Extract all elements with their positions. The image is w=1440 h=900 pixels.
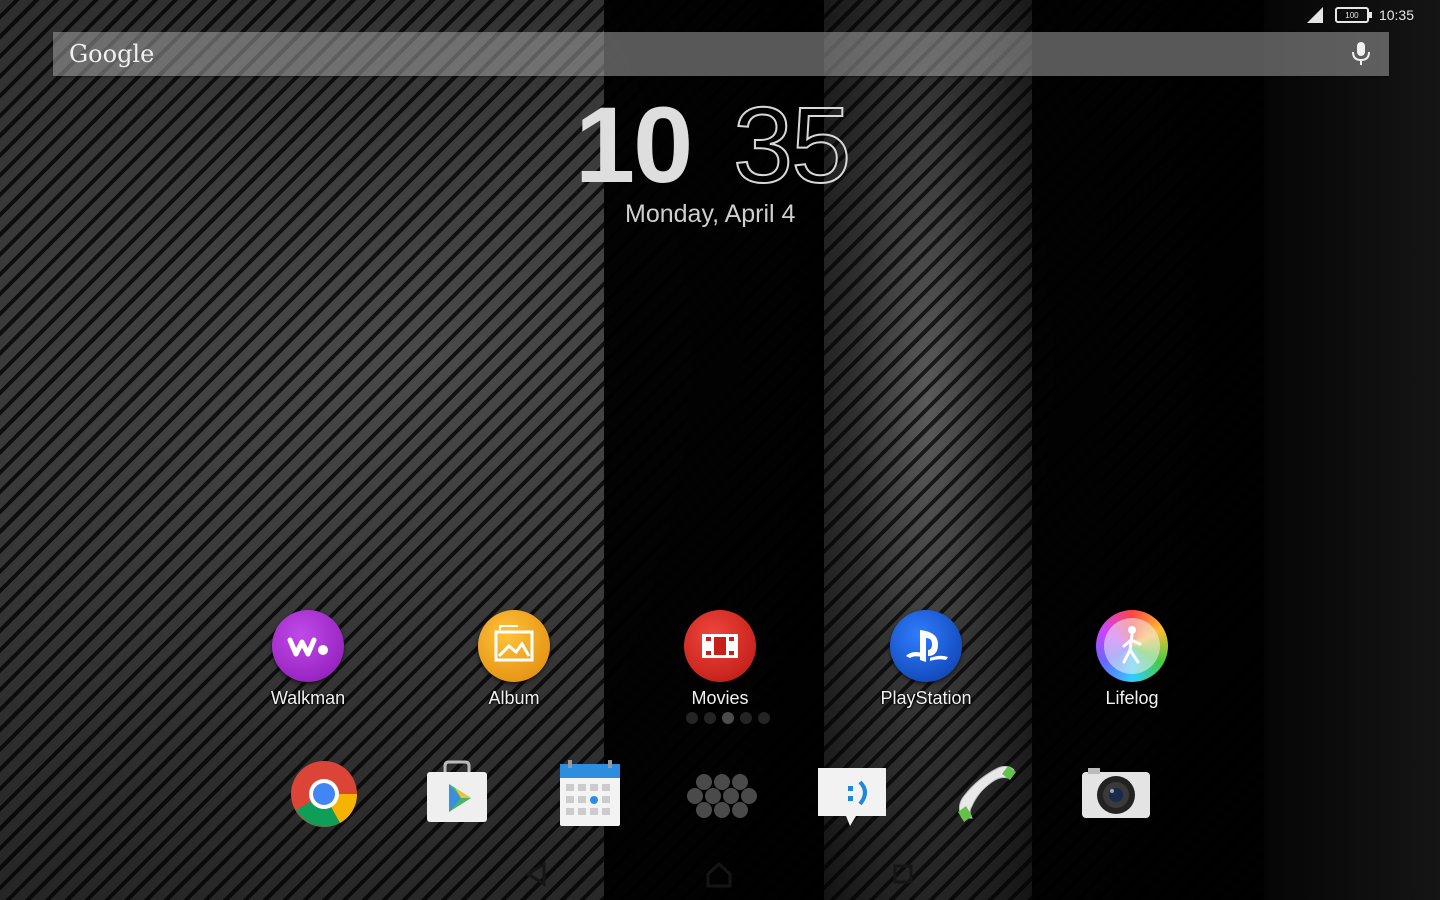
camera-icon[interactable]: [1080, 758, 1152, 830]
page-dot: [740, 712, 752, 724]
app-drawer-icon[interactable]: [686, 758, 758, 830]
microphone-icon[interactable]: [1349, 41, 1373, 67]
page-dot: [686, 712, 698, 724]
clock-date: Monday, April 4: [625, 200, 796, 228]
chrome-icon[interactable]: [288, 758, 360, 830]
calendar-icon[interactable]: [554, 758, 626, 830]
google-search-bar[interactable]: Google: [53, 32, 1389, 76]
battery-icon: 100: [1334, 7, 1372, 23]
app-lifelog[interactable]: Lifelog: [1077, 610, 1187, 709]
app-label: Lifelog: [1105, 688, 1159, 708]
phone-icon[interactable]: [950, 758, 1022, 830]
wallpaper-panel: [1264, 0, 1440, 900]
home-icon[interactable]: [704, 860, 734, 888]
playstation-icon[interactable]: [890, 610, 962, 682]
app-album[interactable]: Album: [459, 610, 569, 709]
app-label: Album: [488, 688, 540, 708]
play-store-icon[interactable]: [421, 758, 493, 830]
app-label: PlayStation: [880, 688, 972, 708]
app-playstation[interactable]: PlayStation: [871, 610, 981, 709]
status-bar: 100 10:35: [1305, 4, 1414, 26]
clock-hours: 10: [575, 84, 693, 205]
status-time: 10:35: [1378, 7, 1414, 23]
app-label: Walkman: [270, 688, 346, 708]
page-dot: [758, 712, 770, 724]
walkman-icon[interactable]: [272, 610, 344, 682]
clock-minutes: 35: [732, 84, 852, 205]
home-screen: 100 10:35 Google 10 35 Monday, April 4 W…: [0, 0, 1440, 900]
back-icon[interactable]: [522, 860, 552, 888]
app-movies[interactable]: Movies: [665, 610, 775, 709]
lifelog-icon[interactable]: [1096, 610, 1168, 682]
messaging-icon[interactable]: [816, 758, 888, 830]
recents-icon[interactable]: [888, 860, 918, 888]
app-label: Movies: [691, 688, 749, 708]
clock-widget[interactable]: 10 35: [575, 84, 875, 205]
album-icon[interactable]: [478, 610, 550, 682]
app-walkman[interactable]: Walkman: [253, 610, 363, 709]
google-logo: Google: [69, 40, 155, 68]
page-indicator: [686, 712, 770, 724]
page-dot: [704, 712, 716, 724]
page-dot-active: [722, 712, 734, 724]
movies-icon[interactable]: [684, 610, 756, 682]
battery-level: 100: [1345, 10, 1359, 20]
signal-icon: [1306, 7, 1323, 23]
